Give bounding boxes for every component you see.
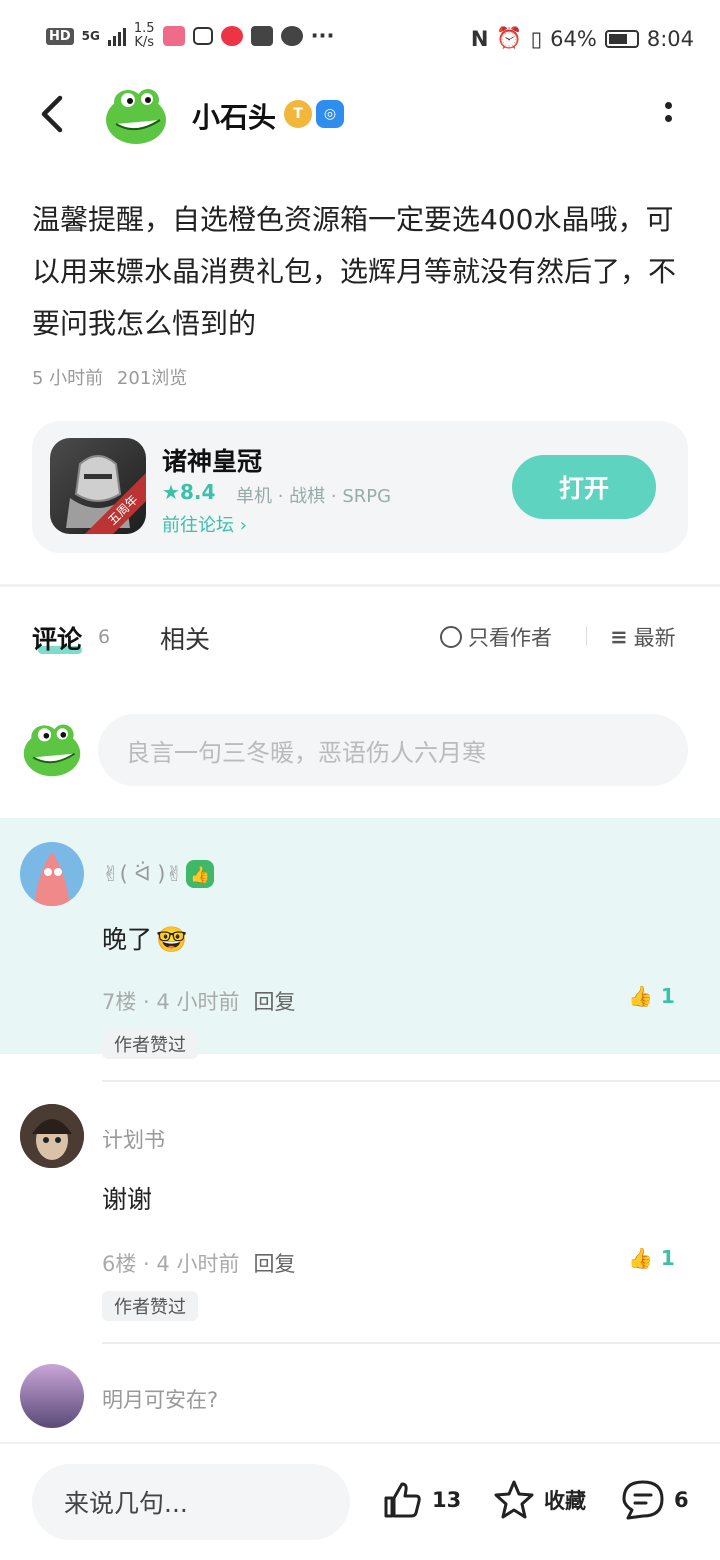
section-divider: [0, 584, 720, 587]
post-time: 5 小时前: [32, 368, 104, 389]
say-something-input[interactable]: 来说几句...: [32, 1464, 350, 1540]
alarm-icon: ⏰: [496, 26, 523, 50]
only-author-label: 只看作者: [468, 626, 552, 650]
like-count: 13: [432, 1488, 462, 1512]
comment-text: 谢谢: [102, 1185, 153, 1214]
vibrate-icon: ▯: [530, 26, 543, 51]
star-outline-icon: [494, 1480, 534, 1519]
battery-percent: 64%: [550, 26, 597, 51]
tab-comments[interactable]: 评论: [32, 620, 82, 656]
comment-time: 4 小时前: [156, 990, 240, 1014]
nerd-emoji-icon: 🤓: [156, 925, 188, 954]
open-game-button[interactable]: 打开: [512, 455, 656, 519]
commenter-avatar[interactable]: [20, 1104, 84, 1168]
comment-floor: 6楼: [102, 1252, 137, 1276]
more-options-icon[interactable]: [656, 96, 680, 132]
post-views: 201浏览: [116, 368, 188, 389]
comment-text: 晚了 🤓: [102, 920, 187, 956]
app-notification-icon: [162, 26, 185, 46]
comment-divider: [102, 1342, 720, 1344]
reply-button[interactable]: 回复: [253, 990, 295, 1014]
comments-button[interactable]: 6: [620, 1478, 689, 1522]
commenter-avatar[interactable]: [20, 842, 84, 906]
comment-count: 6: [674, 1488, 689, 1512]
patrick-avatar-icon: [34, 852, 70, 906]
character-avatar-icon: [20, 1104, 84, 1168]
comment-time: 4 小时前: [156, 1252, 240, 1276]
commenter-avatar[interactable]: [20, 1364, 84, 1428]
radio-circle-icon: [440, 626, 462, 648]
network-speed: 1.5 K/s: [134, 22, 155, 50]
commenter-name[interactable]: 计划书: [102, 1124, 165, 1154]
comment-like-count: 1: [660, 1246, 675, 1270]
comment-like-button[interactable]: 👍 1: [628, 984, 675, 1008]
favorite-label: 收藏: [544, 1489, 586, 1513]
post-meta: 5 小时前 201浏览: [32, 364, 187, 390]
comment-divider: [102, 1080, 720, 1082]
comment-meta: 6楼 · 4 小时前 回复: [102, 1252, 296, 1276]
nfc-icon: N: [470, 26, 489, 51]
sort-latest[interactable]: ≡ 最新: [610, 622, 676, 652]
forum-link[interactable]: 前往论坛 ›: [162, 511, 247, 537]
comment-floor: 7楼: [102, 990, 137, 1014]
rating-value: 8.4: [179, 480, 216, 504]
comment-bubble-icon: [622, 1480, 664, 1520]
thumbs-up-icon: 👍: [628, 1246, 653, 1270]
level-badge-icon[interactable]: T: [284, 100, 312, 128]
tab-separator: [586, 626, 587, 646]
commenter-name[interactable]: 明月可安在?: [102, 1384, 218, 1414]
back-arrow-icon[interactable]: [30, 90, 78, 138]
network-type: 5G: [81, 29, 100, 43]
author-avatar[interactable]: [102, 80, 170, 148]
thumb-badge-icon: 👍: [186, 860, 214, 888]
comment-like-count: 1: [660, 984, 675, 1008]
game-icon[interactable]: 五周年: [50, 438, 146, 534]
favorite-button[interactable]: 收藏: [492, 1478, 586, 1522]
wechat-icon: [280, 26, 303, 46]
clock: 8:04: [646, 26, 694, 51]
author-name[interactable]: 小石头: [192, 96, 276, 136]
comments-count: 6: [98, 626, 111, 648]
author-liked-badge: 作者赞过: [102, 1291, 198, 1321]
thumbs-up-outline-icon: [384, 1482, 421, 1518]
comment-like-button[interactable]: 👍 1: [628, 1246, 675, 1270]
tab-related[interactable]: 相关: [160, 620, 210, 656]
comment-meta: 7楼 · 4 小时前 回复: [102, 990, 296, 1014]
weibo-icon: [220, 26, 243, 46]
reply-button[interactable]: 回复: [253, 1252, 295, 1276]
game-tags: 单机 · 战棋 · SRPG: [236, 486, 392, 507]
sort-icon: ≡: [610, 625, 628, 649]
game-badge-icon[interactable]: ◎: [316, 100, 344, 128]
my-avatar: [23, 724, 81, 777]
game-rating: ★8.4: [162, 480, 215, 504]
forum-link-label: 前往论坛: [162, 515, 234, 536]
game-name[interactable]: 诸神皇冠: [162, 442, 262, 478]
hd-indicator: HD: [46, 27, 74, 45]
comment-input[interactable]: 良言一句三冬暖，恶语伤人六月寒: [98, 714, 688, 786]
thumbs-up-icon: 👍: [628, 984, 653, 1008]
commenter-name[interactable]: ✌( ᐛ )✌: [102, 862, 183, 886]
status-bar: HD 5G 1.5 K/s ··· N ⏰ ▯ 64% 8:04: [0, 0, 720, 80]
more-notifications-icon: ···: [310, 24, 335, 48]
bilibili-icon: [192, 27, 213, 45]
speed-unit: K/s: [134, 35, 155, 50]
post-content: 温馨提醒，自选橙色资源箱一定要选400水晶哦，可以用来嫖水晶消费礼包，选辉月等就…: [32, 203, 677, 340]
comment-text-content: 晚了: [102, 925, 153, 954]
sort-label: 最新: [633, 626, 676, 650]
like-post-button[interactable]: 13: [380, 1478, 461, 1522]
author-liked-badge: 作者赞过: [102, 1029, 198, 1059]
chevron-right-icon: ›: [239, 515, 247, 536]
gift-icon: [250, 26, 273, 46]
speed-value: 1.5: [133, 21, 155, 36]
star-icon: ★: [162, 480, 180, 504]
only-author-toggle[interactable]: 只看作者: [440, 622, 552, 652]
battery-icon: [604, 29, 639, 48]
signal-icon: [107, 26, 126, 46]
